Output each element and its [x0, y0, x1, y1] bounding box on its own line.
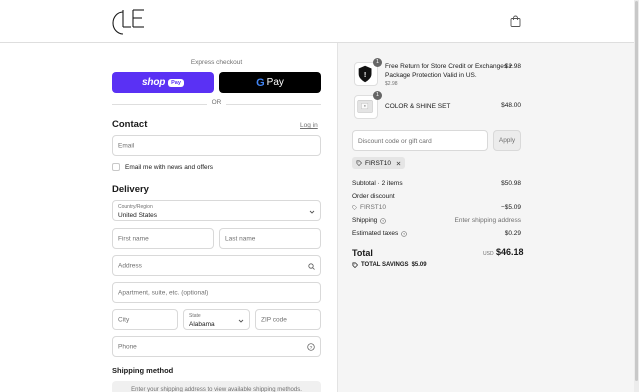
address-field[interactable]: Address: [112, 255, 321, 276]
scrollbar-thumb[interactable]: [635, 1, 638, 381]
city-field[interactable]: City: [112, 309, 178, 330]
or-divider: OR: [112, 99, 321, 109]
shop-pay-wordmark: shop: [142, 77, 166, 88]
search-icon: [308, 263, 315, 270]
shopping-bag-icon[interactable]: [510, 15, 521, 27]
tag-icon: [352, 262, 358, 268]
newsletter-option[interactable]: Email me with news and offers: [112, 162, 213, 172]
help-circle-icon[interactable]: ?: [380, 217, 387, 224]
phone-placeholder: Phone: [118, 343, 137, 350]
item-price: $2.98: [504, 63, 521, 70]
shipping-method-note: Enter your shipping address to view avai…: [112, 381, 321, 392]
delivery-title: Delivery: [112, 184, 149, 195]
subtotal-value: $50.98: [501, 180, 521, 187]
first-name-field[interactable]: First name: [112, 228, 214, 249]
zip-placeholder: ZIP code: [261, 316, 287, 323]
shipping-row: Shipping ?: [352, 217, 387, 224]
item-name-line: Package Protection Valid in US.: [385, 72, 477, 79]
tag-icon: [356, 160, 362, 166]
store-logo[interactable]: [111, 8, 147, 36]
total-currency: USD: [483, 251, 494, 257]
item-price: $48.00: [501, 102, 521, 109]
shipping-method-title: Shipping method: [112, 366, 174, 375]
help-circle-icon[interactable]: ?: [401, 230, 407, 237]
contact-title: Contact: [112, 119, 148, 130]
taxes-label: Estimated taxes: [352, 230, 399, 237]
chevron-down-icon: [309, 210, 315, 214]
phone-field[interactable]: Phone ?: [112, 336, 321, 357]
total-savings-value: $5.09: [411, 262, 427, 268]
apartment-field[interactable]: Apartment, suite, etc. (optional): [112, 282, 321, 303]
discount-code-input[interactable]: Discount code or gift card: [352, 130, 488, 151]
newsletter-label: Email me with news and offers: [125, 163, 214, 171]
total-savings-label: TOTAL SAVINGS: [361, 262, 409, 268]
city-placeholder: City: [118, 316, 130, 323]
last-name-placeholder: Last name: [225, 235, 256, 242]
express-checkout-label: Express checkout: [190, 59, 243, 66]
taxes-row: Estimated taxes ?: [352, 230, 407, 237]
country-select[interactable]: Country/Region United States: [112, 200, 321, 221]
order-discount-label: Order discount: [352, 193, 395, 200]
first-name-placeholder: First name: [118, 235, 149, 242]
state-label: State: [189, 313, 201, 319]
quantity-badge: 1: [373, 91, 382, 100]
total-savings: TOTAL SAVINGS $5.09: [352, 262, 427, 268]
shop-pay-button[interactable]: shop Pay: [112, 72, 214, 93]
quantity-badge: 1: [373, 58, 382, 67]
product-image-icon: [357, 100, 373, 113]
apartment-placeholder: Apartment, suite, etc. (optional): [118, 289, 209, 296]
last-name-field[interactable]: Last name: [219, 228, 321, 249]
or-label: OR: [211, 99, 222, 106]
shipping-label: Shipping: [352, 217, 378, 224]
discount-code-row: FIRST10: [352, 204, 386, 211]
country-value: United States: [118, 212, 158, 219]
zip-field[interactable]: ZIP code: [255, 309, 321, 330]
discount-placeholder: Discount code or gift card: [358, 138, 432, 145]
svg-text:?: ?: [382, 219, 384, 223]
shield-icon: !: [358, 65, 372, 83]
total-value: $46.18: [496, 247, 524, 257]
help-circle-icon[interactable]: ?: [307, 343, 315, 351]
discount-tag: FIRST10: [352, 157, 406, 169]
svg-text:?: ?: [403, 232, 405, 236]
google-pay-wordmark: Pay: [266, 77, 284, 88]
svg-text:!: !: [364, 70, 366, 79]
discount-value: −$5.09: [500, 204, 521, 211]
item-name: COLOR & SHINE SET: [385, 103, 451, 110]
address-placeholder: Address: [118, 262, 142, 269]
tag-icon: [352, 205, 357, 210]
close-icon[interactable]: [396, 161, 401, 166]
discount-tag-code: FIRST10: [365, 159, 392, 167]
google-g-icon: G: [256, 76, 265, 89]
header: [0, 0, 639, 43]
state-value: Alabama: [189, 321, 215, 328]
newsletter-checkbox[interactable]: [112, 163, 120, 171]
total-label: Total: [352, 248, 373, 258]
shop-pay-pill: Pay: [168, 78, 184, 87]
state-select[interactable]: State Alabama: [183, 309, 250, 330]
item-variant: $2.98: [385, 81, 398, 87]
shipping-value: Enter shipping address: [454, 217, 522, 224]
login-link[interactable]: Log in: [300, 122, 318, 129]
discount-code-text: FIRST10: [360, 204, 387, 211]
email-field[interactable]: Email: [112, 135, 321, 156]
taxes-value: $0.29: [504, 230, 521, 237]
svg-text:?: ?: [310, 345, 313, 351]
email-placeholder: Email: [118, 142, 135, 149]
chevron-down-icon: [238, 319, 244, 323]
subtotal-label: Subtotal · 2 items: [352, 180, 403, 187]
apply-button[interactable]: Apply: [493, 130, 521, 151]
google-pay-button[interactable]: G Pay: [219, 72, 321, 93]
country-label: Country/Region: [118, 204, 153, 210]
